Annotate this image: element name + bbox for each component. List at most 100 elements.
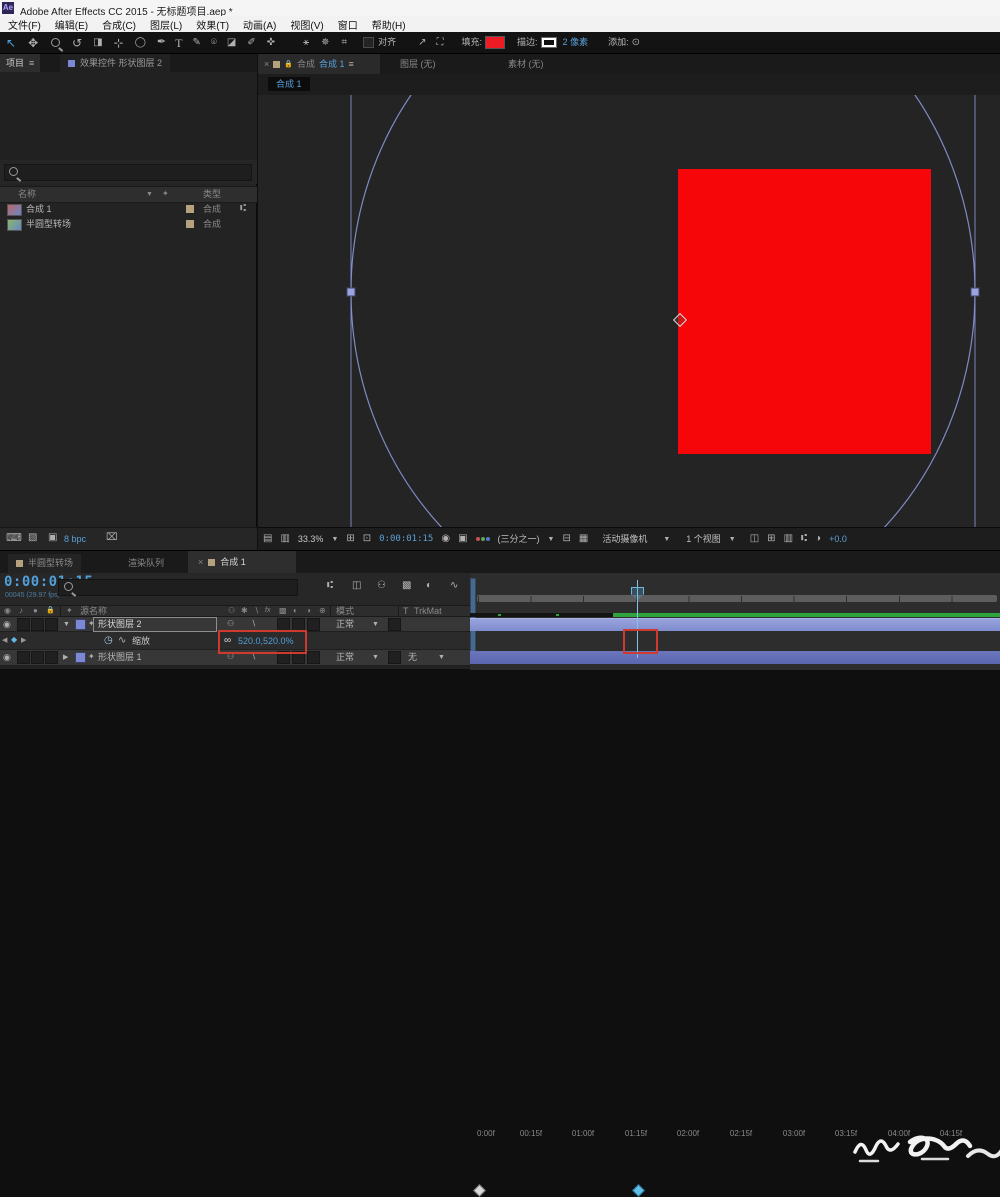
viewer-timecode[interactable]: 0:00:01:15 [379, 535, 433, 544]
tab-project[interactable]: 项目 ≡ [0, 54, 40, 72]
trash-icon[interactable]: ⌧ [106, 533, 118, 543]
viewer-canvas[interactable] [258, 95, 1000, 527]
add-target-icon[interactable]: ⊙ [632, 38, 640, 48]
expand-arrow[interactable]: ▶ [63, 654, 68, 661]
trkmat-dropdown-icon[interactable]: ▼ [438, 654, 445, 661]
hand-tool-icon[interactable]: ✥ [28, 37, 38, 49]
fill-swatch[interactable] [485, 36, 505, 49]
zoom-dropdown-icon[interactable]: ▼ [331, 536, 338, 543]
exposure-reset-icon[interactable]: ◑ [815, 534, 821, 544]
expand-arrow[interactable]: ▼ [63, 621, 70, 628]
trkmat-header[interactable]: TrkMat [414, 607, 442, 616]
project-item-label-chip[interactable] [186, 205, 194, 213]
share-view-icon[interactable]: ◫ [750, 534, 759, 544]
views-dropdown-icon[interactable]: ▼ [729, 536, 736, 543]
keyframe-start[interactable] [473, 1184, 486, 1197]
project-row-comp1[interactable]: 合成 1 合成 ⑆ [0, 202, 257, 217]
snapshot-icon[interactable]: ◉ [441, 534, 450, 544]
stopwatch-icon[interactable]: ◷ [104, 636, 113, 646]
mode-dropdown-icon[interactable]: ▼ [372, 621, 379, 628]
camera-tool-icon[interactable]: ◨ [93, 38, 102, 48]
property-name[interactable]: 缩放 [132, 637, 150, 646]
project-item-name[interactable]: 半圆型转场 [26, 220, 71, 229]
layer-color-chip[interactable] [75, 619, 86, 630]
quality-toggle[interactable]: ∖ [251, 653, 256, 661]
transparency-grid-icon[interactable]: ▦ [579, 534, 588, 544]
trkmat-box[interactable] [388, 618, 401, 631]
audio-toggle[interactable] [17, 618, 30, 631]
mini-flowchart-icon[interactable]: ⑆ [327, 581, 333, 591]
close-icon[interactable]: × [198, 558, 203, 567]
lock-toggle[interactable] [45, 651, 58, 664]
camera-dropdown-icon[interactable]: ▼ [663, 536, 670, 543]
panel-menu-icon[interactable]: ≡ [349, 60, 354, 69]
source-name-header[interactable]: 源名称 [80, 607, 107, 616]
pixel-aspect-icon[interactable]: ⊞ [767, 534, 775, 544]
solo-toggle[interactable] [31, 651, 44, 664]
menu-effect[interactable]: 效果(T) [196, 17, 229, 32]
layer-name[interactable]: 形状图层 1 [98, 653, 142, 662]
tab-render-queue[interactable]: 渲染队列 [122, 554, 170, 573]
fill-label[interactable]: 填充: [462, 38, 483, 47]
type-tool-icon[interactable]: T [175, 37, 182, 49]
sort-arrow-icon[interactable]: ▼ [146, 191, 153, 198]
menu-composition[interactable]: 合成(C) [102, 17, 136, 32]
hide-shy-icon[interactable]: ⚇ [377, 581, 386, 591]
view-count-value[interactable]: 1 个视图 [686, 535, 721, 544]
col-name-header[interactable]: 名称 [18, 190, 36, 199]
clone-stamp-tool-icon[interactable]: ⌾ [211, 38, 217, 48]
pen-tool-icon[interactable]: ✒ [157, 37, 166, 48]
eye-toggle[interactable]: ◉ [3, 653, 11, 662]
tab-composition-active[interactable]: × 🔒 合成 合成 1 ≡ [258, 54, 380, 74]
layer-bar-shape1[interactable] [470, 651, 1000, 664]
property-graph-icon[interactable]: ∿ [118, 636, 126, 646]
solo-toggle[interactable] [31, 618, 44, 631]
roto-brush-tool-icon[interactable]: ✐ [247, 38, 255, 48]
project-item-name[interactable]: 合成 1 [26, 205, 52, 214]
layer-bar-shape2[interactable] [470, 618, 1000, 631]
mode-header[interactable]: 模式 [336, 607, 354, 616]
prev-keyframe-button[interactable]: ◀ [2, 637, 7, 644]
eye-toggle[interactable]: ◉ [3, 620, 11, 629]
tab-effect-controls[interactable]: 效果控件 形状图层 2 [60, 54, 170, 72]
always-preview-icon[interactable]: ▤ [263, 534, 272, 544]
resolution-dropdown-icon[interactable]: ▼ [548, 536, 555, 543]
puppet-pin-tool-icon[interactable]: ✜ [267, 38, 275, 48]
region-icon[interactable]: ⊟ [562, 534, 570, 544]
zoom-tool-icon[interactable] [49, 36, 63, 50]
ruler-ticks[interactable] [478, 596, 998, 602]
stroke-swatch[interactable] [541, 37, 557, 48]
tag-column-icon[interactable]: ✦ [162, 190, 169, 198]
motion-blur-master-icon[interactable]: ◐ [426, 581, 432, 591]
lock-icon[interactable]: 🔒 [284, 61, 293, 68]
keyframe-current[interactable] [632, 1184, 645, 1197]
next-keyframe-button[interactable]: ▶ [21, 637, 26, 644]
joint-tool-b-icon[interactable]: ✵ [321, 38, 329, 48]
project-row-comp2[interactable]: 半圆型转场 合成 [0, 217, 257, 232]
layer-name[interactable]: 形状图层 2 [98, 620, 142, 629]
quality-toggle[interactable]: ∖ [251, 620, 256, 628]
fast-preview-icon[interactable]: ▥ [784, 534, 793, 544]
interpret-footage-icon[interactable]: ⌨ [6, 533, 22, 544]
tab-halfcircle-comp[interactable]: 半圆型转场 [8, 554, 81, 573]
trkmat-select[interactable]: 无 [408, 653, 417, 662]
camera-view-value[interactable]: 活动摄像机 [602, 535, 647, 544]
timeline-search-input[interactable] [58, 579, 298, 596]
layer-color-chip[interactable] [75, 652, 86, 663]
exposure-value[interactable]: +0.0 [829, 535, 847, 544]
trkmat-box[interactable] [388, 651, 401, 664]
close-icon[interactable]: × [264, 60, 269, 69]
mode-dropdown-icon[interactable]: ▼ [372, 654, 379, 661]
project-search-input[interactable] [4, 164, 252, 181]
draft3d-icon[interactable]: ◫ [352, 581, 361, 591]
audio-toggle[interactable] [17, 651, 30, 664]
bpc-button[interactable]: 8 bpc [64, 535, 86, 544]
blend-mode-select[interactable]: 正常 [336, 620, 354, 629]
show-snapshot-icon[interactable]: ▣ [458, 534, 467, 544]
roi-icon[interactable]: ⊡ [363, 534, 371, 544]
shy-toggle[interactable]: ⚇ [227, 653, 234, 661]
brush-tool-icon[interactable]: ✎ [192, 38, 200, 48]
channels-icon[interactable] [476, 537, 490, 541]
tab-layer[interactable]: 图层 (无) [400, 60, 436, 69]
pan-behind-tool-icon[interactable]: ⊹ [114, 37, 124, 49]
